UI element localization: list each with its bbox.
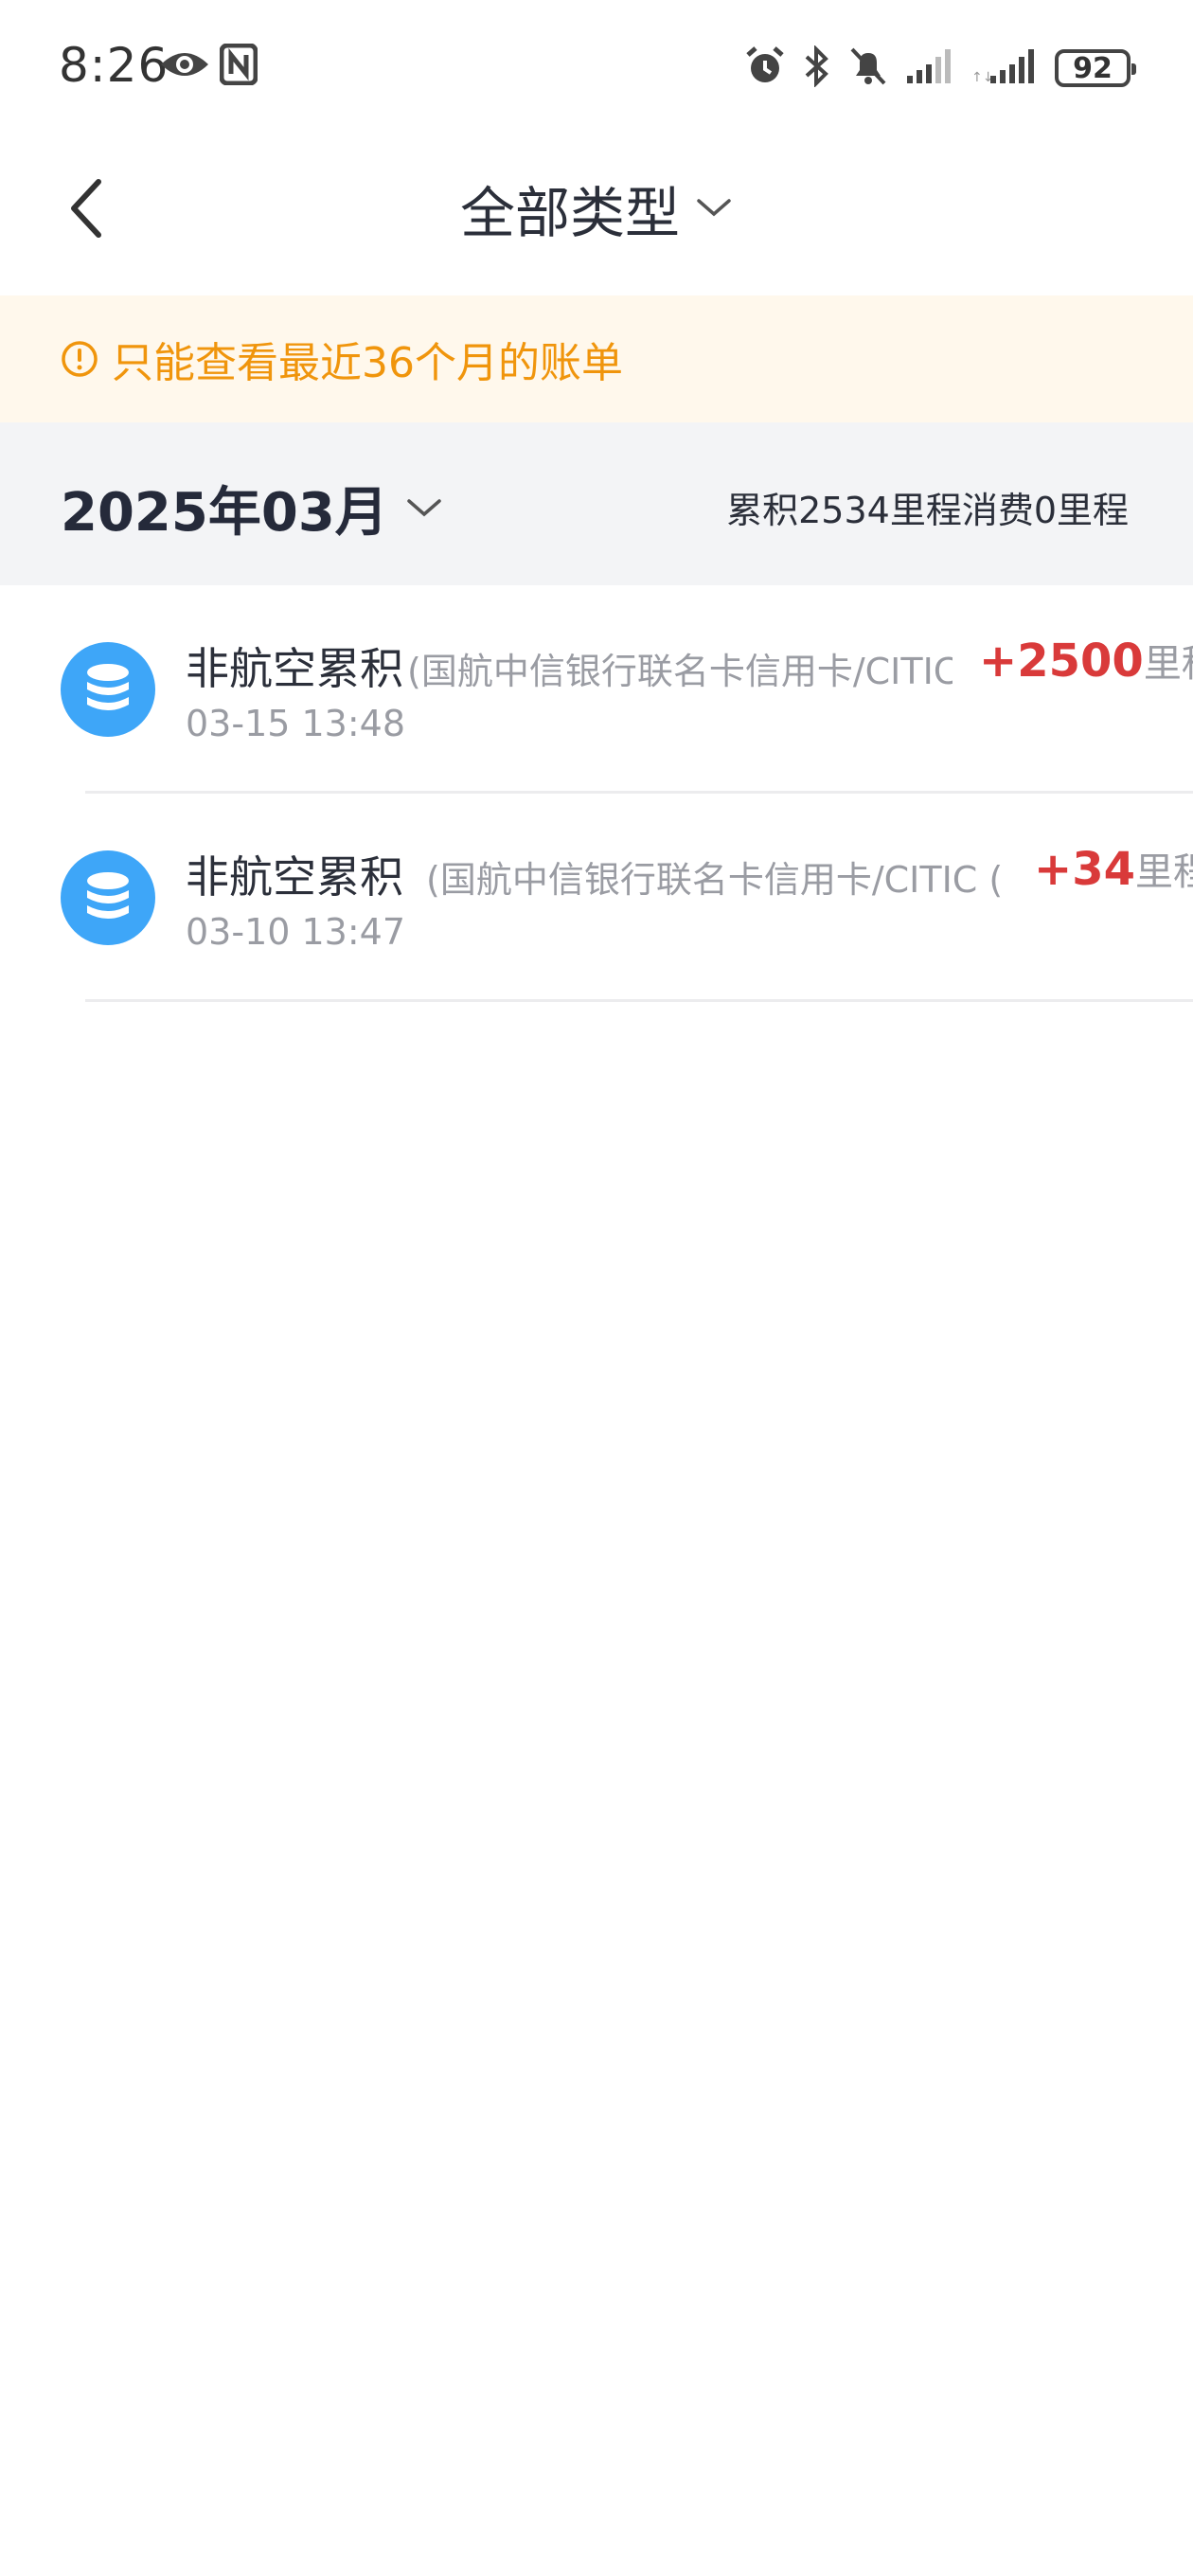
coins-icon — [61, 850, 155, 945]
amount-value: +2500 — [979, 635, 1144, 688]
list-item[interactable]: 非航空累积 (国航中信银行联名卡信用卡/CITIC 03-15 13:48 +2… — [0, 585, 1193, 794]
divider — [85, 999, 1193, 1002]
status-time: 8:26 — [59, 38, 169, 93]
bell-off-icon — [848, 45, 888, 91]
transaction-title: 非航空累积 — [186, 851, 403, 903]
info-icon — [62, 341, 98, 377]
signal-icon — [905, 47, 954, 89]
transaction-list: 非航空累积 (国航中信银行联名卡信用卡/CITIC 03-15 13:48 +2… — [0, 585, 1193, 1002]
transaction-amount: +34里程 — [1034, 841, 1193, 896]
top-nav: 全部类型 — [0, 133, 1193, 295]
chevron-down-icon — [697, 199, 731, 217]
transaction-amount: +2500里程 — [979, 633, 1193, 688]
transaction-time: 03-10 13:47 — [186, 911, 406, 953]
signal-icon: ↑↓ — [971, 47, 1038, 89]
transaction-description: (国航中信银行联名卡信用卡/CITIC — [407, 651, 953, 692]
page-title: 全部类型 — [459, 181, 680, 245]
eye-icon — [159, 47, 210, 85]
notice-text: 只能查看最近36个月的账单 — [112, 339, 623, 387]
month-label: 2025年03月 — [61, 482, 388, 544]
nfc-icon — [219, 43, 258, 89]
type-filter-dropdown[interactable]: 全部类型 — [0, 170, 1193, 246]
list-item[interactable]: 非航空累积 (国航中信银行联名卡信用卡/CITIC ( 03-10 13:47 … — [0, 794, 1193, 1002]
bluetooth-icon — [803, 45, 831, 91]
month-bar: 2025年03月 累积2534里程消费0里程 — [0, 422, 1193, 585]
amount-value: +34 — [1034, 843, 1136, 896]
status-bar: 8:26 ↑↓ 92 — [0, 0, 1193, 133]
amount-unit: 里程 — [1143, 642, 1193, 686]
month-selector[interactable]: 2025年03月 — [61, 470, 443, 546]
coins-icon — [61, 642, 155, 737]
transaction-time: 03-15 13:48 — [186, 703, 406, 744]
svg-text:↑↓: ↑↓ — [971, 70, 993, 85]
amount-unit: 里程 — [1135, 850, 1193, 894]
notice-banner: 只能查看最近36个月的账单 — [0, 295, 1193, 422]
chevron-down-icon — [407, 498, 441, 516]
transaction-title: 非航空累积 — [186, 643, 403, 694]
month-summary: 累积2534里程消费0里程 — [726, 490, 1129, 531]
alarm-icon — [744, 45, 786, 91]
transaction-description: (国航中信银行联名卡信用卡/CITIC ( — [426, 859, 1004, 901]
battery-indicator: 92 — [1055, 49, 1136, 87]
